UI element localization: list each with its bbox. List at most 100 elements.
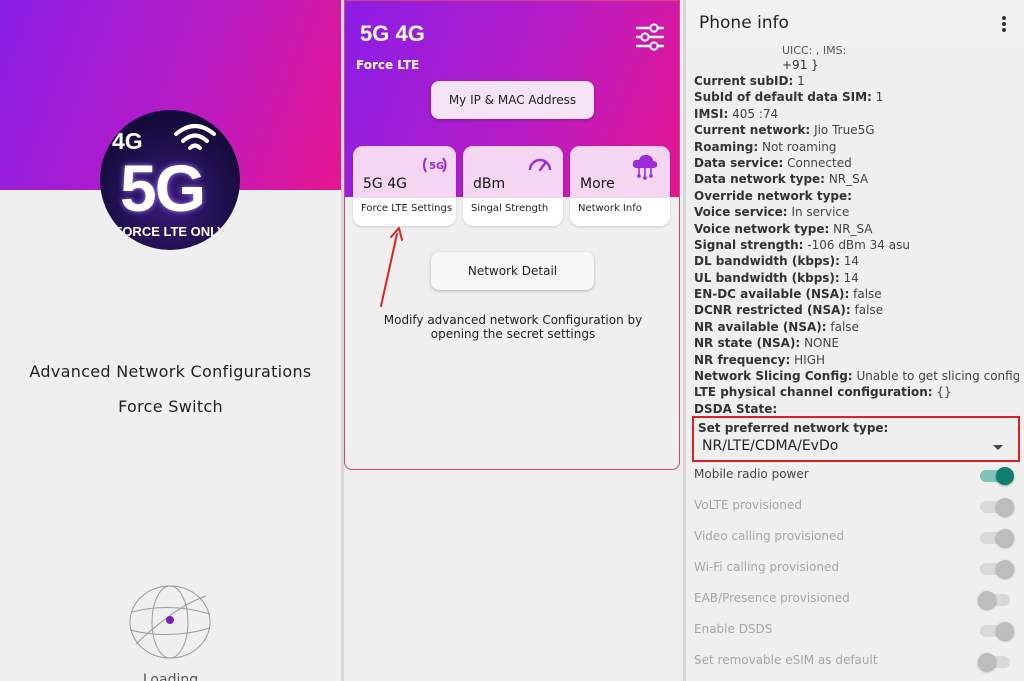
info-value: 14 [843, 270, 859, 285]
page-title: Phone info [699, 13, 789, 33]
info-key: DSDA State: [694, 401, 778, 416]
tile-label: dBm [473, 176, 506, 192]
info-value: Not roaming [761, 139, 837, 154]
info-value: false [854, 303, 884, 318]
info-value: -106 dBm 34 asu [807, 237, 910, 252]
info-key: Network Slicing Config: [694, 369, 853, 384]
info-row: Current network: Jio True5G [694, 122, 1019, 138]
info-key: UL bandwidth (kbps): [694, 270, 840, 285]
info-key: EN-DC available (NSA): [694, 287, 850, 302]
truncated-info-line: +91 } [782, 58, 819, 72]
splash-tagline: Advanced Network Configurations [29, 362, 312, 381]
more-options-icon[interactable] [1000, 15, 1008, 33]
info-key: IMSI: [694, 106, 729, 121]
info-row: LTE physical channel configuration: {} [694, 384, 1019, 400]
toggle-row[interactable]: Wi-Fi calling provisioned [694, 557, 1016, 579]
info-key: Roaming: [694, 139, 759, 154]
toggle-label: Wi-Fi calling provisioned [694, 560, 840, 574]
preferred-network-dropdown[interactable]: Set preferred network type: NR/LTE/CDMA/… [692, 416, 1020, 462]
cloud-network-icon [632, 154, 658, 180]
network-detail-button[interactable]: Network Detail [431, 252, 594, 290]
info-row: Network Slicing Config: Unable to get sl… [694, 368, 1019, 384]
main-app-screen: 5G 4G Force LTE My IP & MAC Address 5G 5… [344, 0, 684, 681]
info-value: HIGH [794, 352, 826, 367]
tile-signal-strength[interactable]: dBm Singal Strength [463, 146, 563, 226]
info-row: Override network type: [694, 188, 1019, 204]
logo-force-lte-text: FORCE LTE ONLY [114, 224, 226, 239]
tile-label: More [580, 176, 615, 192]
loading-globe-icon [129, 585, 211, 659]
splash-subtagline: Force Switch [118, 397, 223, 416]
info-key: SubId of default data SIM: [694, 90, 872, 105]
info-key: Current network: [694, 123, 811, 138]
tile-force-lte-settings[interactable]: 5G 5G 4G Force LTE Settings [353, 146, 456, 226]
toggle-label: EAB/Presence provisioned [694, 591, 850, 605]
info-value: Jio True5G [814, 123, 875, 138]
svg-text:5G: 5G [429, 161, 444, 172]
info-key: Override network type: [694, 188, 852, 203]
info-key: Data service: [694, 155, 784, 170]
chevron-down-icon [993, 445, 1003, 450]
logo-5g-text: 5G [120, 151, 206, 225]
info-value: false [853, 287, 882, 302]
info-row: Roaming: Not roaming [694, 139, 1019, 155]
info-value: NONE [804, 336, 840, 351]
info-row: IMSI: 405 :74 [694, 106, 1019, 122]
info-key: NR available (NSA): [694, 319, 827, 334]
info-value: NR_SA [828, 172, 869, 187]
info-row: NR frequency: HIGH [694, 352, 1019, 368]
info-key: Current subID: [694, 74, 794, 88]
toggle-row[interactable]: Set removable eSIM as default [694, 650, 1016, 672]
app-logo: 4G 5G FORCE LTE ONLY [100, 110, 240, 250]
info-row: Current subID: 1 [694, 73, 1019, 89]
info-value: In service [791, 205, 850, 220]
sliders-settings-icon[interactable] [635, 23, 665, 51]
tile-network-info[interactable]: More Network Info [570, 146, 670, 226]
info-key: Data network type: [694, 172, 825, 187]
loading-text: Loading [142, 672, 199, 681]
info-row: DCNR restricted (NSA): false [694, 302, 1019, 318]
info-key: Signal strength: [694, 237, 804, 252]
toggle-row[interactable]: VoLTE provisioned [694, 495, 1016, 517]
info-value: Unable to get slicing config. [856, 369, 1019, 384]
info-value: 405 :74 [732, 106, 779, 121]
splash-screen: 4G 5G FORCE LTE ONLY Advanced Network Co… [0, 0, 341, 681]
toggle-label: Mobile radio power [694, 467, 809, 481]
speedometer-icon [528, 158, 552, 172]
info-row: Signal strength: -106 dBm 34 asu [694, 237, 1019, 253]
preferred-network-value: NR/LTE/CDMA/EvDo [702, 438, 839, 454]
info-row: DSDA State: [694, 401, 1019, 417]
toggle-row[interactable]: Mobile radio power [694, 464, 1016, 486]
toggle-label: Enable DSDS [694, 622, 773, 636]
app-title: 5G 4G [360, 21, 425, 46]
tile-caption: Force LTE Settings [361, 203, 453, 214]
toggle-row[interactable]: Video calling provisioned [694, 526, 1016, 548]
info-row: SubId of default data SIM: 1 [694, 89, 1019, 105]
tile-caption: Singal Strength [471, 203, 549, 214]
app-subtitle: Force LTE [356, 58, 420, 72]
info-value: 1 [875, 90, 884, 105]
ip-mac-button[interactable]: My IP & MAC Address [431, 81, 594, 119]
info-row: NR state (NSA): NONE [694, 335, 1019, 351]
modify-description: Modify advanced network Configuration by… [383, 313, 643, 341]
truncated-info-line: UICC: , IMS: [782, 44, 847, 57]
info-value: NR_SA [833, 221, 873, 236]
info-row: DL bandwidth (kbps): 14 [694, 253, 1019, 269]
tile-label: 5G 4G [363, 176, 407, 192]
info-key: DL bandwidth (kbps): [694, 254, 840, 269]
info-key: NR state (NSA): [694, 336, 801, 351]
toggle-row[interactable]: EAB/Presence provisioned [694, 588, 1016, 610]
toggle-label: Video calling provisioned [694, 529, 845, 543]
phone-info-list: Current subID: 1 SubId of default data SI… [694, 73, 1019, 417]
toggle-row[interactable]: Enable DSDS [694, 619, 1016, 641]
info-row: Voice service: In service [694, 204, 1019, 220]
phone-info-header: Phone info [686, 0, 1024, 48]
info-row: Data network type: NR_SA [694, 171, 1019, 187]
info-key: Voice network type: [694, 221, 830, 236]
info-row: NR available (NSA): false [694, 319, 1019, 335]
toggle-label: Set removable eSIM as default [694, 653, 878, 667]
info-value: 1 [797, 74, 805, 88]
annotation-arrow-icon [380, 227, 403, 307]
info-row: Data service: Connected [694, 155, 1019, 171]
info-key: DCNR restricted (NSA): [694, 303, 851, 318]
